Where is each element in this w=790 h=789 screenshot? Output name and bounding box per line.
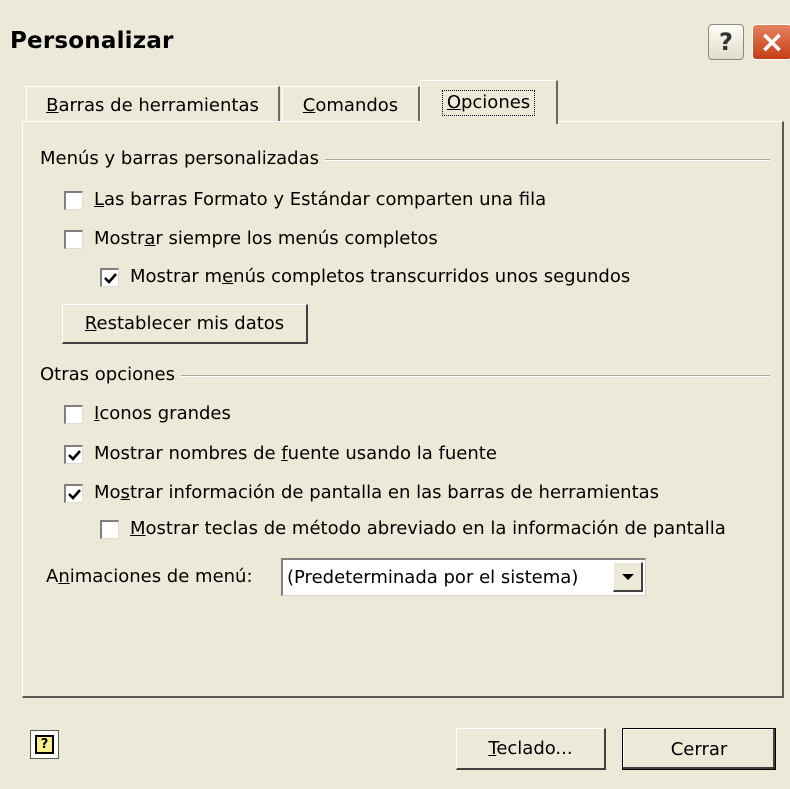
check-icon: [104, 273, 117, 284]
option-label: Mostrar siempre los menús completos: [94, 228, 438, 249]
option-label: Mostrar teclas de método abreviado en la…: [130, 518, 726, 539]
option-label: Iconos grandes: [94, 403, 231, 424]
title-bar: Personalizar ? ×: [0, 0, 790, 72]
close-glyph: ×: [759, 24, 785, 60]
checkbox-screentips[interactable]: [64, 484, 83, 503]
option-label: Mostrar información de pantalla en las b…: [94, 482, 660, 503]
button-label: Cerrar: [670, 738, 728, 760]
checkbox-font-names[interactable]: [64, 445, 83, 464]
chevron-down-icon: [621, 573, 634, 580]
checkbox-share-row[interactable]: [64, 191, 83, 210]
check-icon: [68, 450, 81, 461]
checkbox-full-menus[interactable]: [64, 230, 83, 249]
check-icon: [68, 489, 81, 500]
option-label: Mostrar nombres de fuente usando la fuen…: [94, 443, 497, 464]
question-icon: ?: [35, 735, 54, 754]
button-label: Restablecer mis datos: [84, 313, 285, 334]
tab-label: Comandos: [302, 95, 399, 116]
reset-data-button[interactable]: Restablecer mis datos: [62, 304, 308, 344]
help-glyph: ?: [719, 28, 733, 56]
tab-label: Opciones: [441, 89, 536, 116]
group-label-other: Otras opciones: [40, 364, 181, 385]
button-label: Teclado...: [488, 738, 573, 759]
tab-opciones[interactable]: Opciones: [420, 80, 558, 124]
window-title: Personalizar: [10, 28, 174, 54]
dropdown-button[interactable]: [613, 562, 643, 592]
option-label: Las barras Formato y Estándar comparten …: [94, 189, 547, 210]
animations-label: Animaciones de menú:: [46, 566, 253, 587]
option-label: Mostrar menús completos transcurridos un…: [130, 266, 631, 287]
menu-animations-select[interactable]: (Predeterminada por el sistema): [281, 558, 646, 596]
keyboard-button[interactable]: Teclado...: [456, 728, 606, 770]
help-button[interactable]: ?: [30, 730, 59, 759]
group-label-menus: Menús y barras personalizadas: [40, 148, 326, 169]
select-value: (Predeterminada por el sistema): [287, 567, 579, 588]
tab-label: Barras de herramientas: [46, 95, 259, 116]
help-icon[interactable]: ?: [708, 24, 744, 60]
checkbox-shortcut-keys[interactable]: [100, 520, 119, 539]
close-button[interactable]: Cerrar: [622, 728, 776, 770]
tab-barras-de-herramientas[interactable]: Barras de herramientas: [26, 86, 280, 124]
close-icon[interactable]: ×: [752, 24, 790, 60]
checkbox-large-icons[interactable]: [64, 405, 83, 424]
tab-comandos[interactable]: Comandos: [282, 86, 420, 124]
checkbox-full-menus-delay[interactable]: [100, 268, 119, 287]
